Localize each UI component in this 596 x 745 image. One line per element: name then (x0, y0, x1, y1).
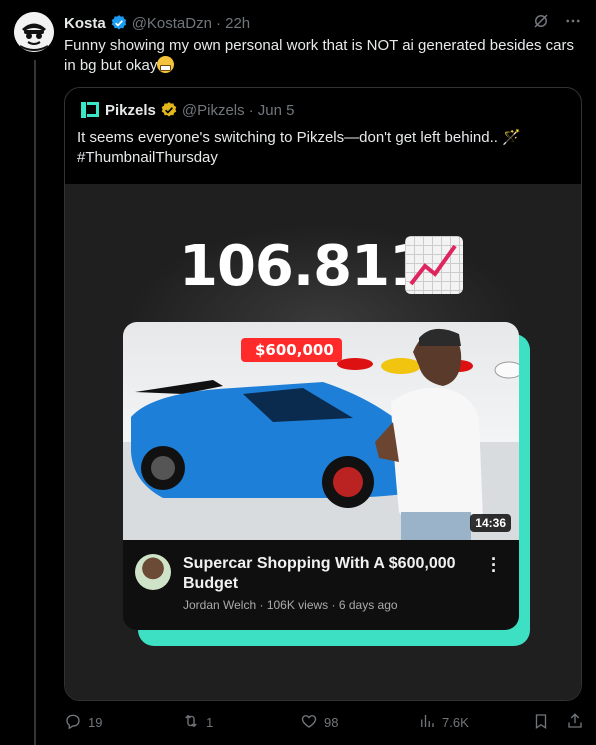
like-count: 98 (324, 714, 339, 730)
quote-author-name[interactable]: Pikzels (105, 102, 156, 119)
author-handle[interactable]: @KostaDzn (132, 15, 212, 32)
tweet-text: Funny showing my own personal work that … (64, 36, 574, 76)
author-avatar[interactable] (14, 12, 54, 52)
quote-time[interactable]: · Jun 5 (249, 102, 295, 119)
reply-button[interactable]: 19 (64, 712, 182, 733)
quote-header: Pikzels @Pikzels · Jun 5 (77, 99, 295, 121)
repost-icon (182, 712, 200, 733)
quote-hashtag[interactable]: #ThumbnailThursday (77, 148, 572, 168)
quote-text: It seems everyone's switching to Pikzels… (77, 128, 572, 168)
headline-number: 106.811 (179, 234, 428, 299)
views-icon (418, 712, 436, 733)
channel-line: Jordan Welch · 106K views · 6 days ago (183, 598, 398, 612)
views-button[interactable]: 7.6K (418, 712, 526, 733)
like-icon (300, 712, 318, 733)
repost-button[interactable]: 1 (182, 712, 300, 733)
youtube-card: $600,000 14:36 Supercar Shopping With A … (123, 322, 519, 630)
reply-icon (64, 712, 82, 733)
pikzels-logo-icon (77, 99, 99, 121)
grok-icon[interactable] (532, 12, 550, 34)
reply-count: 19 (88, 714, 103, 730)
channel-avatar (135, 554, 171, 590)
views-count: 7.6K (442, 714, 469, 730)
quote-author-handle[interactable]: @Pikzels (182, 102, 245, 119)
video-thumbnail: $600,000 14:36 (123, 322, 519, 540)
tweet-actions: 19 1 98 7.6K (64, 708, 584, 736)
grimacing-face-icon (157, 56, 175, 73)
verified-icon (110, 14, 128, 32)
quoted-tweet[interactable]: Pikzels @Pikzels · Jun 5 It seems everyo… (64, 87, 582, 701)
verified-gold-icon (160, 101, 178, 119)
thread-line (34, 60, 36, 745)
bookmark-icon[interactable] (532, 712, 550, 733)
like-button[interactable]: 98 (300, 712, 418, 733)
tweet-header: Kosta @KostaDzn · 22h (64, 12, 582, 34)
video-duration: 14:36 (470, 514, 511, 532)
chart-increasing-icon (405, 236, 463, 294)
tweet-body: Funny showing my own personal work that … (64, 37, 574, 74)
tweet-time[interactable]: · 22h (216, 15, 250, 32)
quote-media-image[interactable]: 106.811 $600,000 14:36 Supercar Shopping… (65, 184, 581, 700)
red-car-icon (337, 358, 373, 370)
repost-count: 1 (206, 714, 214, 730)
quote-text-line1: It seems everyone's switching to Pikzels… (77, 129, 521, 146)
more-icon[interactable] (564, 12, 582, 34)
video-title: Supercar Shopping With A $600,000 Budget (183, 555, 456, 592)
kebab-menu-icon: · · · (491, 549, 497, 581)
video-meta: Supercar Shopping With A $600,000 Budget… (123, 540, 519, 630)
author-name[interactable]: Kosta (64, 15, 106, 32)
price-tag: $600,000 (241, 338, 342, 362)
share-icon[interactable] (566, 712, 584, 733)
